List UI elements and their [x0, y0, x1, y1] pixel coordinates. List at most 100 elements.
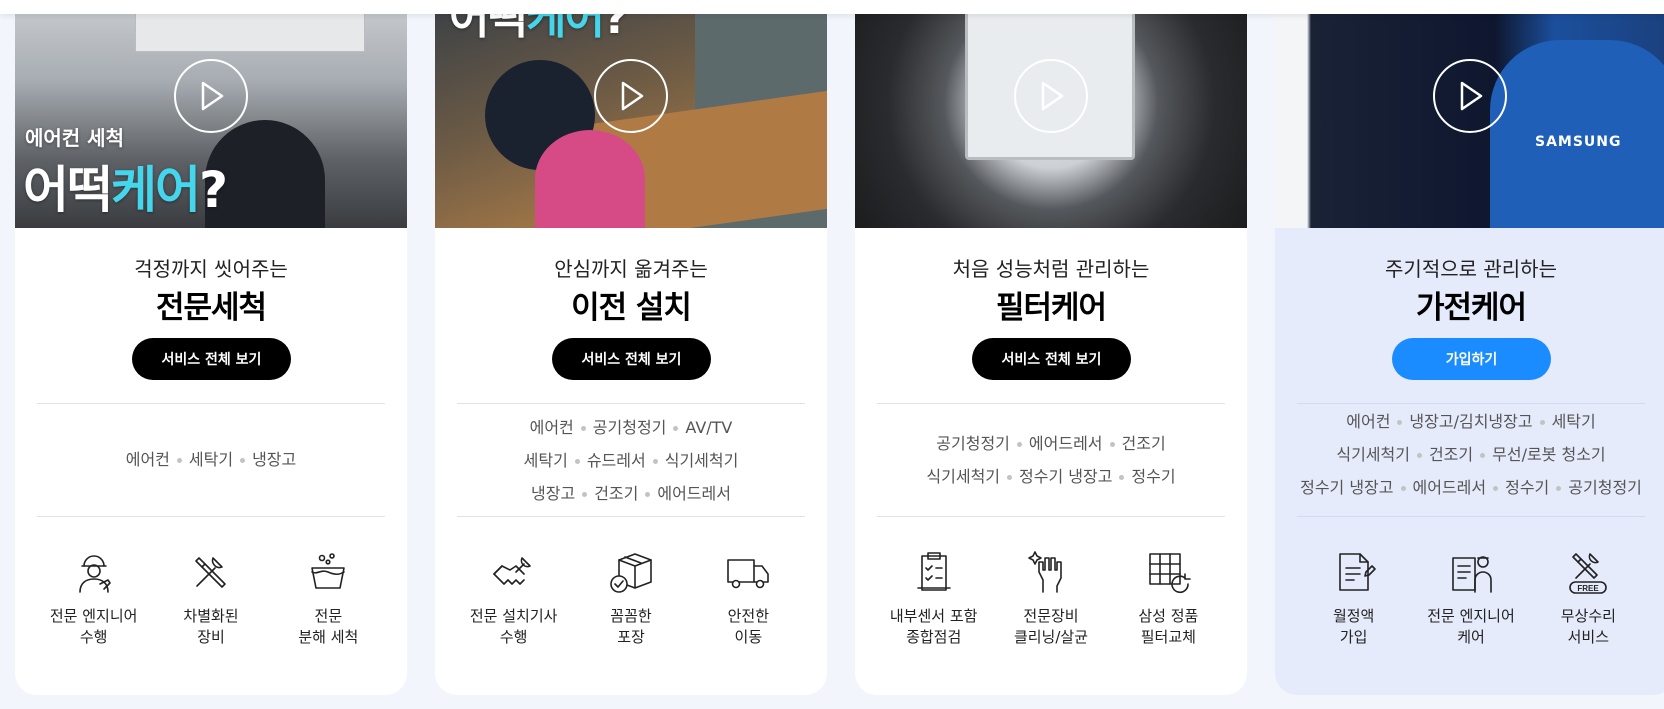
play-icon: [1460, 81, 1483, 111]
appliance-item: 에어드레서: [1028, 434, 1103, 453]
video-thumbnail[interactable]: 에어컨 세척 어떡케어?: [15, 0, 407, 228]
service-card-appliance-care: SAMSUNG 주기적으로 관리하는 가전케어 가입하기 에어컨 냉장고/김치냉장…: [1275, 0, 1664, 695]
feature-item: 삼성 정품 필터교체: [1110, 548, 1227, 648]
feature-list: 전문 설치기사 수행 꼼꼼한 포장 안전한 이동: [455, 548, 807, 648]
appliance-item: 냉장고/김치냉장고: [1409, 412, 1533, 431]
uniform-logo: SAMSUNG: [1535, 134, 1622, 150]
appliance-line: 에어컨 냉장고/김치냉장고 세탁기: [1275, 405, 1664, 438]
appliance-item: 식기세척기: [664, 451, 739, 470]
feature-item: 꼼꼼한 포장: [572, 548, 689, 648]
feature-label: 월정액 가입: [1332, 607, 1375, 646]
engineer-document-icon: [1452, 556, 1492, 593]
appliance-line: 에어컨 세탁기 냉장고: [15, 443, 407, 476]
appliance-item: 에어드레서: [1412, 478, 1487, 497]
appliance-item: 에어드레서: [657, 484, 731, 503]
service-card-filter-care: 처음 성능처럼 관리하는 필터케어 서비스 전체 보기 공기청정기 에어드레서 건조…: [855, 0, 1247, 695]
appliance-item: 세탁기: [523, 451, 568, 470]
view-all-services-button[interactable]: 서비스 전체 보기: [972, 338, 1131, 380]
feature-label: 전문 설치기사 수행: [469, 607, 558, 646]
appliance-line: 정수기 냉장고 에어드레서 정수기 공기청정기: [1275, 471, 1664, 504]
card-title: 필터케어: [995, 290, 1107, 326]
appliance-list: 에어컨 냉장고/김치냉장고 세탁기 식기세척기 건조기 무선/로봇 청소기 정수기 냉장…: [1275, 405, 1664, 504]
feature-label: 내부센서 포함 종합점검: [889, 607, 978, 646]
play-icon: [621, 81, 644, 111]
feature-list: 전문 엔지니어 수행 차별화된 장비 전문 분해 세척: [35, 548, 387, 648]
join-button[interactable]: 가입하기: [1392, 338, 1551, 380]
appliance-item: 세탁기: [188, 450, 234, 469]
feature-item: 차별화된 장비: [152, 548, 269, 648]
appliance-item: 정수기: [1131, 467, 1176, 486]
divider: [457, 516, 805, 517]
video-thumbnail[interactable]: [855, 0, 1247, 228]
divider: [457, 403, 805, 404]
divider: [877, 516, 1225, 517]
video-thumbnail[interactable]: 어떡케어?: [435, 0, 827, 228]
appliance-list: 에어컨 세탁기 냉장고: [15, 443, 407, 476]
feature-label: 삼성 정품 필터교체: [1138, 607, 1199, 646]
clipboard-check-icon: [916, 552, 951, 591]
appliance-item: 건조기: [594, 484, 639, 503]
feature-label: 꼼꼼한 포장: [610, 607, 652, 646]
wash-basin-icon: [311, 553, 346, 589]
appliance-item: 식기세척기: [926, 467, 1001, 486]
feature-item: 전문장비 클리닝/살균: [992, 548, 1109, 648]
card-subtitle: 안심까지 옮겨주는: [554, 257, 708, 281]
play-button[interactable]: [174, 59, 248, 133]
feature-item: 내부센서 포함 종합점검: [875, 548, 992, 648]
service-card-relocation: 어떡케어? 안심까지 옮겨주는 이전 설치 서비스 전체 보기 에어컨 공기청정기…: [435, 0, 827, 695]
play-button[interactable]: [1014, 59, 1088, 133]
play-button[interactable]: [1433, 59, 1507, 133]
play-button[interactable]: [594, 59, 668, 133]
feature-item: 안전한 이동: [690, 548, 807, 648]
appliance-item: 에어컨: [1346, 412, 1391, 431]
appliance-item: 세탁기: [1551, 412, 1596, 431]
card-subtitle: 처음 성능처럼 관리하는: [952, 257, 1150, 281]
tools-icon: [195, 557, 226, 588]
cleaning-glove-icon: [1028, 551, 1062, 593]
appliance-item: 냉장고: [531, 484, 576, 503]
appliance-item: 에어컨: [529, 418, 574, 437]
appliance-line: 공기청정기 에어드레서 건조기: [855, 427, 1247, 460]
thumbnail-caption: 에어컨 세척: [25, 126, 124, 150]
aircon-vent: [135, 12, 365, 52]
appliance-item: 무선/로봇 청소기: [1492, 445, 1606, 464]
view-all-services-button[interactable]: 서비스 전체 보기: [552, 338, 711, 380]
feature-label: 무상수리 서비스: [1560, 607, 1616, 646]
filter-replace-icon: [1149, 553, 1192, 594]
appliance-item: 정수기: [1505, 478, 1550, 497]
handshake-wrench-icon: [492, 557, 531, 585]
feature-label: 전문 분해 세척: [298, 607, 359, 646]
card-title: 전문세척: [155, 290, 267, 326]
feature-item: 전문 설치기사 수행: [455, 548, 572, 648]
feature-list: 내부센서 포함 종합점검 전문장비 클리닝/살균 삼성 정품 필터교체: [875, 548, 1227, 648]
appliance-item: 정수기 냉장고: [1300, 478, 1394, 497]
feature-item: 전문 분해 세척: [270, 548, 387, 648]
appliance-item: 공기청정기: [936, 434, 1010, 453]
appliance-line: 에어컨 공기청정기 AV/TV: [435, 411, 827, 444]
card-title: 가전케어: [1415, 290, 1527, 326]
card-title: 이전 설치: [571, 290, 692, 326]
view-all-services-button[interactable]: 서비스 전체 보기: [132, 338, 291, 380]
divider: [877, 403, 1225, 404]
appliance-item: 냉장고: [252, 450, 297, 469]
feature-label: 전문장비 클리닝/살균: [1013, 607, 1089, 646]
truck-icon: [727, 559, 770, 589]
appliance-line: 세탁기 슈드레서 식기세척기: [435, 444, 827, 477]
appliance-list: 공기청정기 에어드레서 건조기 식기세척기 정수기 냉장고 정수기: [855, 427, 1247, 493]
thumbnail-headline: 어떡케어?: [23, 161, 228, 219]
service-card-deep-cleaning: 에어컨 세척 어떡케어? 걱정까지 씻어주는 전문세척 서비스 전체 보기 에어…: [15, 0, 407, 695]
play-icon: [1041, 81, 1064, 111]
appliance-line: 식기세척기 정수기 냉장고 정수기: [855, 460, 1247, 493]
appliance-item: 슈드레서: [586, 451, 646, 470]
appliance-item: 식기세척기: [1336, 445, 1410, 464]
engineer-icon: [78, 555, 111, 593]
package-check-icon: [610, 553, 652, 593]
free-badge-text: FREE: [1578, 584, 1600, 593]
feature-item: 전문 엔지니어 케어: [1412, 548, 1529, 648]
feature-item: FREE 무상수리 서비스: [1530, 548, 1647, 648]
divider: [37, 403, 385, 404]
divider: [37, 516, 385, 517]
video-thumbnail[interactable]: SAMSUNG: [1275, 0, 1664, 228]
appliance-item: 공기청정기: [592, 418, 667, 437]
feature-item: 전문 엔지니어 수행: [35, 548, 152, 648]
